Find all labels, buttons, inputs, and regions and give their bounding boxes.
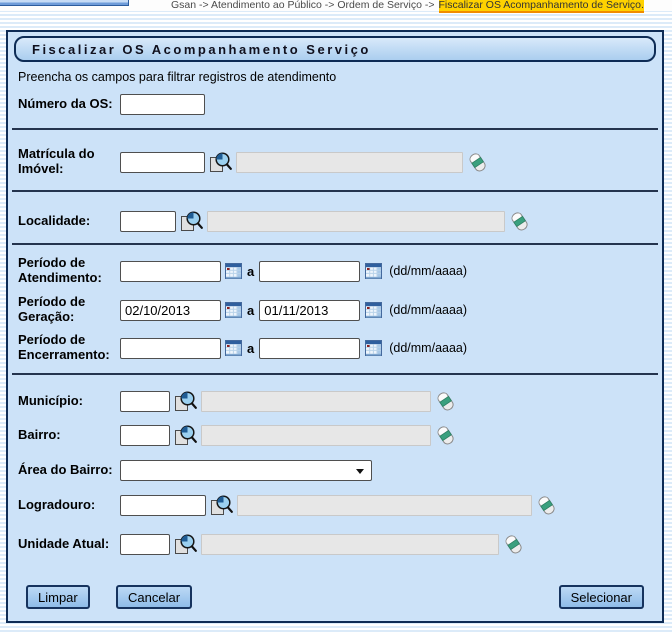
breadcrumb: Gsan -> Atendimento ao Público -> Ordem … [171, 0, 644, 11]
limpar-button[interactable]: Limpar [26, 585, 90, 609]
eraser-icon[interactable] [437, 391, 454, 412]
calendar-icon[interactable] [225, 340, 242, 356]
calendar-icon[interactable] [365, 263, 382, 279]
eraser-icon[interactable] [511, 211, 528, 232]
search-icon[interactable] [210, 494, 233, 516]
row-unidade-atual: Unidade Atual: [18, 525, 522, 563]
unidade-atual-input[interactable] [120, 534, 170, 555]
periodo-encerramento-to-input[interactable] [259, 338, 360, 359]
calendar-icon[interactable] [365, 340, 382, 356]
periodo-atendimento-label: Período de Atendimento: [18, 256, 120, 286]
localidade-input[interactable] [120, 211, 176, 232]
search-icon[interactable] [174, 390, 197, 412]
separator [12, 243, 658, 245]
unidade-atual-label: Unidade Atual: [18, 537, 120, 552]
periodo-atendimento-from-input[interactable] [120, 261, 221, 282]
periodo-encerramento-label: Período de Encerramento: [18, 333, 120, 363]
selecionar-button[interactable]: Selecionar [559, 585, 644, 609]
unidade-atual-description [201, 534, 499, 555]
date-format-hint: (dd/mm/aaaa) [389, 341, 467, 355]
row-localidade: Localidade: [18, 202, 528, 240]
logradouro-description [237, 495, 532, 516]
periodo-encerramento-from-input[interactable] [120, 338, 221, 359]
row-bairro: Bairro: [18, 416, 454, 454]
page-title: Fiscalizar OS Acompanhamento Serviço [14, 36, 656, 62]
periodo-geracao-label: Período de Geração: [18, 295, 120, 325]
search-icon[interactable] [174, 533, 197, 555]
eraser-icon[interactable] [538, 495, 555, 516]
matricula-imovel-label: Matrícula do Imóvel: [18, 147, 120, 177]
separator [12, 190, 658, 192]
calendar-icon[interactable] [365, 302, 382, 318]
localidade-label: Localidade: [18, 214, 120, 229]
numero-os-input[interactable] [120, 94, 205, 115]
date-range-conjunction: a [247, 264, 254, 279]
calendar-icon[interactable] [225, 263, 242, 279]
eraser-icon[interactable] [437, 425, 454, 446]
search-icon[interactable] [174, 424, 197, 446]
breadcrumb-path: Gsan -> Atendimento ao Público -> Ordem … [171, 0, 435, 11]
row-matricula-imovel: Matrícula do Imóvel: [18, 142, 486, 182]
date-range-conjunction: a [247, 341, 254, 356]
row-municipio: Município: [18, 382, 454, 420]
bairro-description [201, 425, 431, 446]
row-area-bairro: Área do Bairro: [18, 451, 372, 489]
bairro-label: Bairro: [18, 428, 120, 443]
date-range-conjunction: a [247, 303, 254, 318]
municipio-input[interactable] [120, 391, 170, 412]
intro-text: Preencha os campos para filtrar registro… [18, 70, 336, 84]
page-title-text: Fiscalizar OS Acompanhamento Serviço [32, 42, 371, 57]
area-bairro-label: Área do Bairro: [18, 463, 120, 478]
date-format-hint: (dd/mm/aaaa) [389, 264, 467, 278]
bairro-input[interactable] [120, 425, 170, 446]
logradouro-input[interactable] [120, 495, 206, 516]
cancelar-button[interactable]: Cancelar [116, 585, 192, 609]
numero-os-label: Número da OS: [18, 97, 120, 112]
row-periodo-encerramento: Período de Encerramento: a (dd/mm/aaaa) [18, 329, 467, 367]
matricula-imovel-description [236, 152, 463, 173]
localidade-description [207, 211, 505, 232]
row-logradouro: Logradouro: [18, 486, 555, 524]
periodo-geracao-to-input[interactable] [259, 300, 360, 321]
matricula-imovel-input[interactable] [120, 152, 205, 173]
logradouro-label: Logradouro: [18, 498, 120, 513]
date-format-hint: (dd/mm/aaaa) [389, 303, 467, 317]
search-icon[interactable] [180, 210, 203, 232]
periodo-geracao-from-input[interactable] [120, 300, 221, 321]
eraser-icon[interactable] [505, 534, 522, 555]
row-numero-os: Número da OS: [18, 84, 205, 124]
eraser-icon[interactable] [469, 152, 486, 173]
area-bairro-select[interactable] [120, 460, 372, 481]
calendar-icon[interactable] [225, 302, 242, 318]
separator [12, 373, 658, 375]
loading-bar [0, 0, 129, 6]
periodo-atendimento-to-input[interactable] [259, 261, 360, 282]
row-periodo-geracao: Período de Geração: a (dd/mm/aaaa) [18, 291, 467, 329]
municipio-description [201, 391, 431, 412]
filter-panel: Fiscalizar OS Acompanhamento Serviço Pre… [6, 30, 664, 623]
search-icon[interactable] [209, 151, 232, 173]
breadcrumb-current: Fiscalizar OS Acompanhamento de Serviço. [439, 0, 644, 13]
municipio-label: Município: [18, 394, 120, 409]
chevron-down-icon [356, 469, 364, 474]
separator [12, 128, 658, 130]
row-periodo-atendimento: Período de Atendimento: a (dd/mm/aaaa) [18, 252, 467, 290]
